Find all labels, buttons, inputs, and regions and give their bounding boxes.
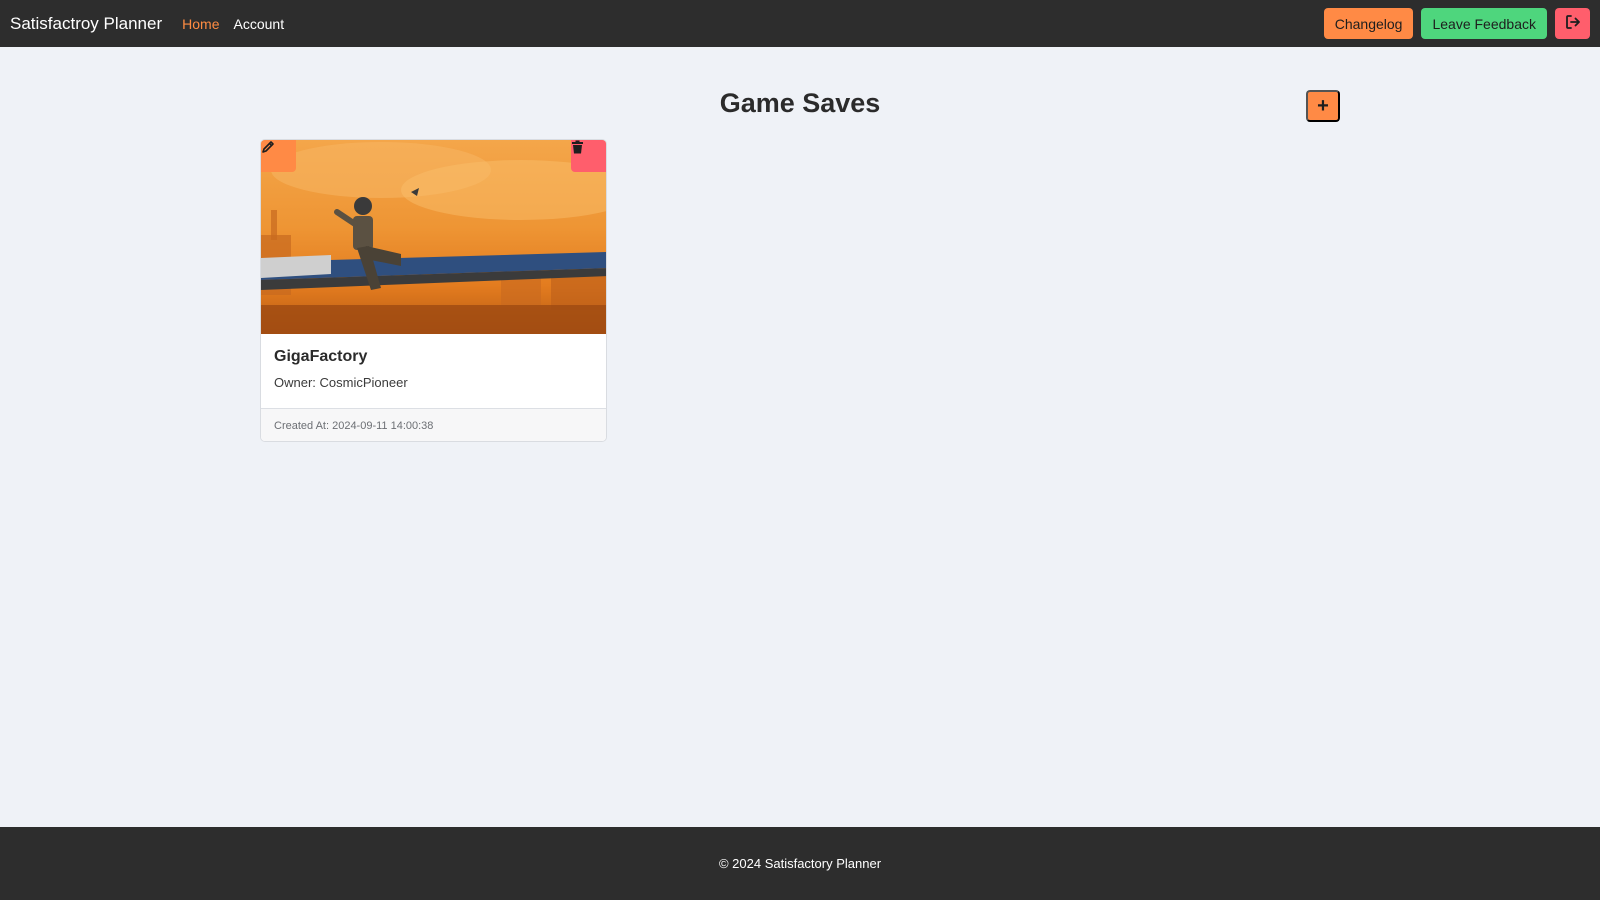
leave-feedback-button[interactable]: Leave Feedback (1421, 8, 1547, 39)
nav-link-account[interactable]: Account (234, 16, 285, 32)
page-title: Game Saves (719, 88, 881, 118)
logout-icon (1565, 14, 1581, 33)
navbar-actions: Changelog Leave Feedback (1323, 8, 1590, 39)
save-card-body: GigaFactory Owner: CosmicPioneer (261, 334, 606, 408)
save-created-at: Created At: 2024-09-11 14:00:38 (261, 408, 606, 441)
save-name: GigaFactory (274, 348, 368, 365)
brand-title[interactable]: Satisfactroy Planner (10, 14, 162, 34)
save-card[interactable]: GigaFactory Owner: CosmicPioneer Created… (260, 139, 607, 442)
page-footer: © 2024 Satisfactory Planner (0, 827, 1600, 900)
footer-copyright: © 2024 Satisfactory Planner (718, 856, 882, 871)
delete-save-button[interactable] (571, 140, 606, 172)
edit-save-button[interactable] (261, 140, 296, 172)
add-save-button[interactable]: + (1306, 90, 1340, 122)
changelog-button[interactable]: Changelog (1323, 8, 1414, 39)
save-thumbnail (261, 140, 606, 334)
top-navbar: Satisfactroy Planner Home Account Change… (0, 0, 1600, 47)
save-owner: Owner: CosmicPioneer (274, 375, 408, 390)
nav-link-home[interactable]: Home (182, 16, 219, 32)
logout-button[interactable] (1555, 8, 1590, 39)
